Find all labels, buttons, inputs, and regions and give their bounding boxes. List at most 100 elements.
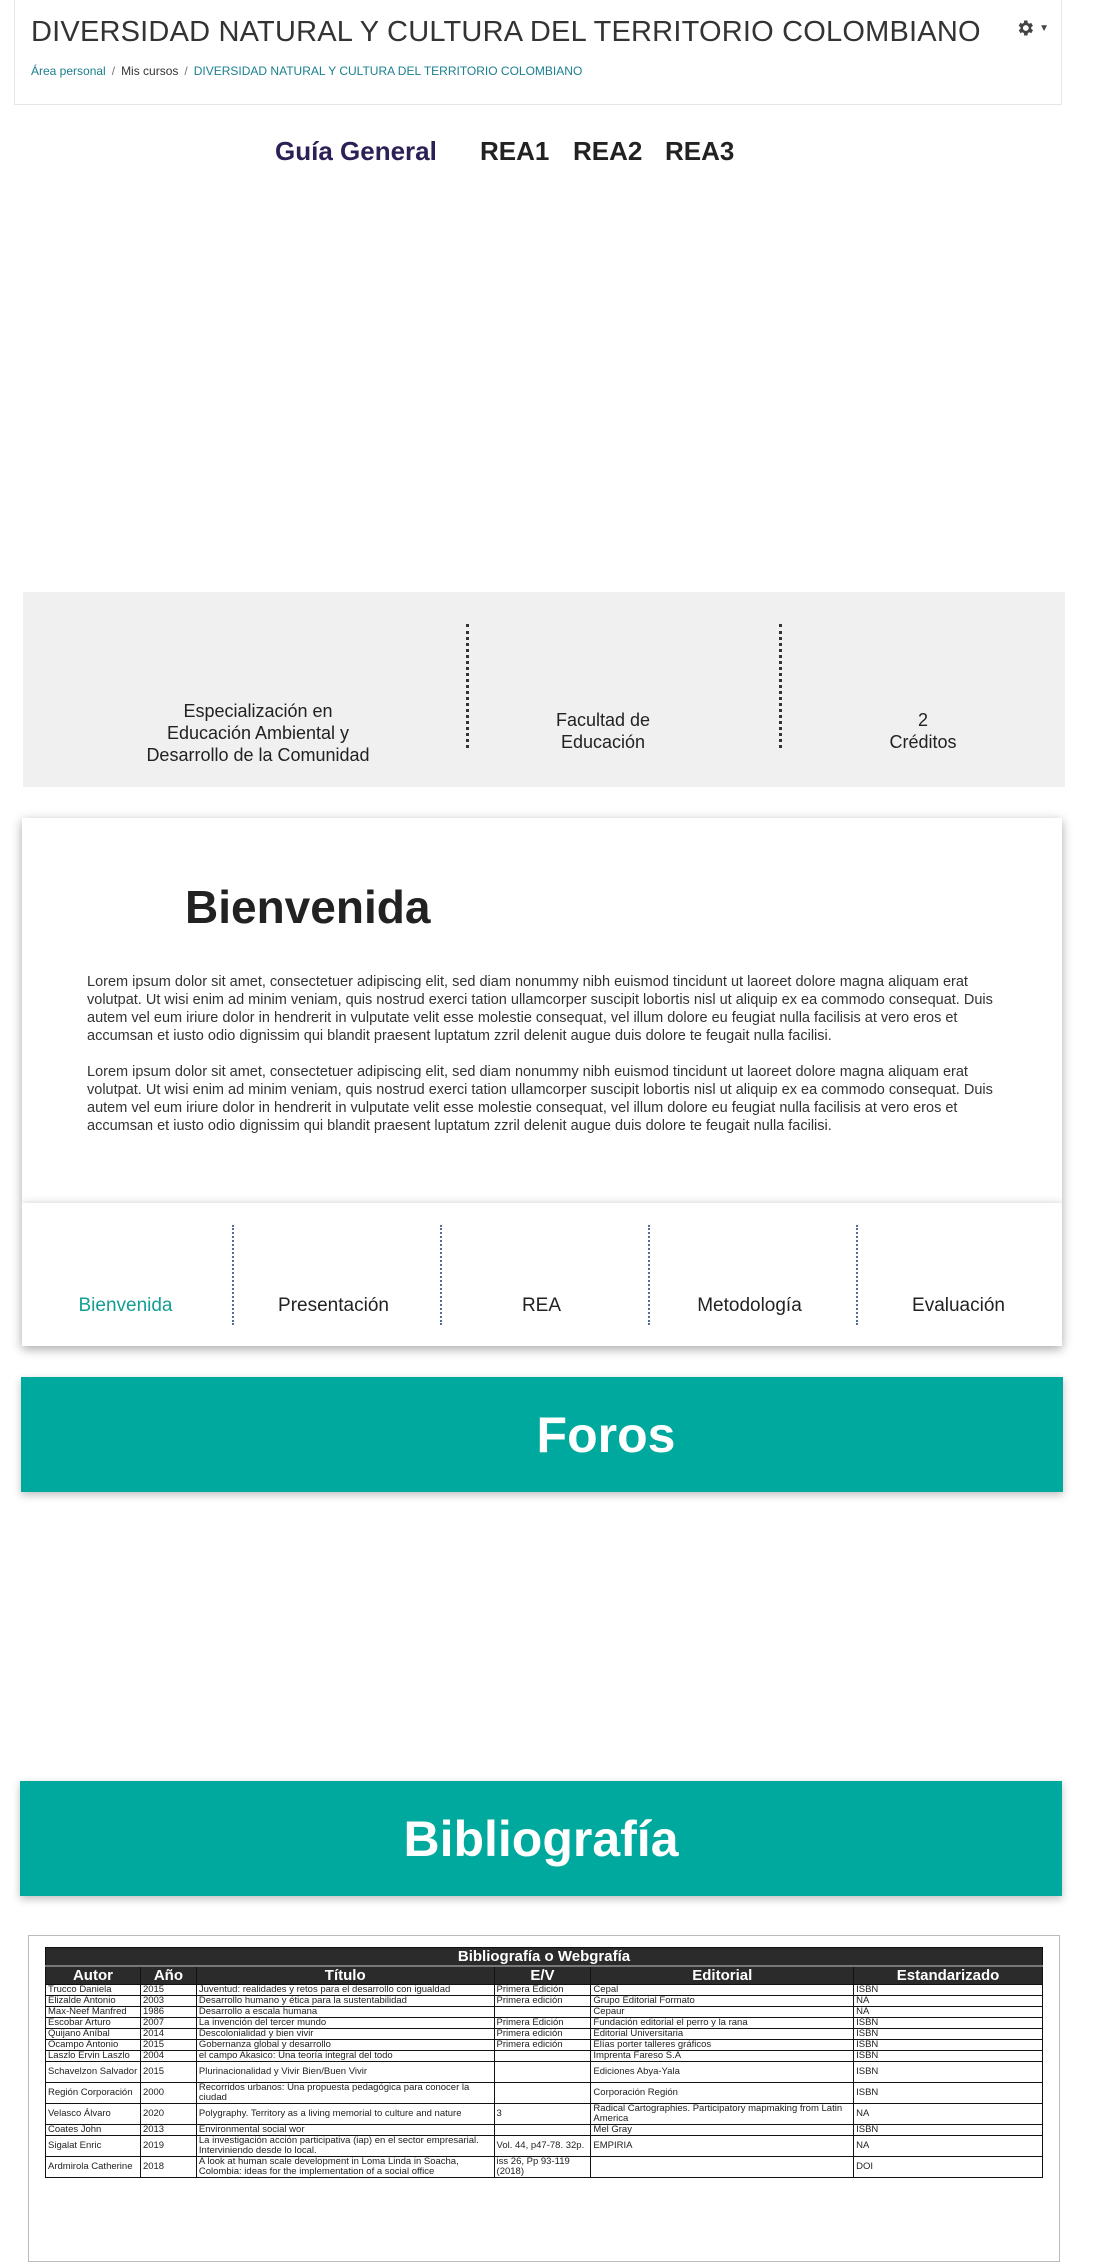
table-cell: Sigalat Enric xyxy=(45,2135,141,2157)
program-line: Especialización en xyxy=(183,701,333,721)
section-nav-bienvenida[interactable]: Bienvenida xyxy=(22,1295,229,1317)
column-header: E/V xyxy=(493,1965,592,1985)
table-cell: Max-Neef Manfred xyxy=(45,2006,141,2018)
course-title: DIVERSIDAD NATURAL Y CULTURA DEL TERRITO… xyxy=(31,16,981,48)
tab-rea1[interactable]: REA1 xyxy=(480,136,549,167)
table-cell: Escobar Arturo xyxy=(45,2017,141,2029)
table-cell: La investigación acción participativa (i… xyxy=(195,2135,495,2157)
table-cell: Plurinacionalidad y Vivir Bien/Buen Vivi… xyxy=(195,2061,495,2083)
table-cell: Radical Cartographies. Participatory map… xyxy=(590,2103,855,2125)
table-cell: Ardmirola Catherine xyxy=(45,2156,141,2178)
bibliography-box: Bibliografía o Webgrafía Autor Año Título E… xyxy=(28,1935,1060,2262)
table-cell: Elizalde Antonio xyxy=(45,1995,141,2007)
table-cell: Corporación Región xyxy=(590,2082,855,2104)
course-tabs: Guía General REA1 REA2 REA3 xyxy=(0,136,1095,168)
table-cell xyxy=(493,2006,592,2018)
table-cell: Desarrollo humano y ética para la susten… xyxy=(195,1995,495,2007)
breadcrumb-home[interactable]: Área personal xyxy=(31,64,106,78)
table-cell: Ediciones Abya-Yala xyxy=(590,2061,855,2083)
table-cell xyxy=(493,2124,592,2136)
section-nav-metodologia[interactable]: Metodología xyxy=(646,1295,853,1317)
section-nav-presentacion[interactable]: Presentación xyxy=(230,1295,437,1317)
table-cell xyxy=(493,2061,592,2083)
table-cell: Trucco Daniela xyxy=(45,1984,141,1996)
tab-guia-general[interactable]: Guía General xyxy=(275,136,437,167)
faculty-line: Educación xyxy=(560,732,646,752)
table-row: Quijano Aníbal 2014 Descolonialidad y bien… xyxy=(45,2028,1043,2040)
section-nav-rea[interactable]: REA xyxy=(438,1295,645,1317)
column-header: Estandarizado xyxy=(853,1965,1043,1985)
table-row: Región Corporación 2000 Recorridos urbanos… xyxy=(45,2082,1043,2104)
column-header: Autor xyxy=(45,1965,141,1985)
table-cell: Primera edición xyxy=(493,2039,592,2051)
table-cell: Elías porter talleres gráficos xyxy=(590,2039,855,2051)
table-cell: Imprenta Fareso S.A xyxy=(590,2050,855,2062)
table-row: Schavelzon Salvador 2015 Plurinacionalidad… xyxy=(45,2061,1043,2083)
breadcrumb-my-courses[interactable]: Mis cursos xyxy=(121,64,178,78)
program-line: Desarrollo de la Comunidad xyxy=(146,745,370,765)
table-cell: 2014 xyxy=(139,2028,197,2040)
table-cell xyxy=(493,2082,592,2104)
divider xyxy=(779,624,782,748)
bibliography-banner[interactable]: Bibliografía xyxy=(20,1781,1062,1896)
table-cell: Gobernanza global y desarrollo xyxy=(195,2039,495,2051)
table-cell: NA xyxy=(853,2135,1043,2157)
table-row: Elizalde Antonio 2003 Desarrollo humano y … xyxy=(45,1995,1043,2007)
divider xyxy=(466,624,469,748)
table-cell: ISBN xyxy=(853,2039,1043,2051)
table-cell: ISBN xyxy=(853,2017,1043,2029)
table-cell: 2015 xyxy=(139,1984,197,1996)
breadcrumb: Área personal / Mis cursos / DIVERSIDAD NATU… xyxy=(31,64,582,78)
course-header: DIVERSIDAD NATURAL Y CULTURA DEL TERRITO… xyxy=(14,0,1062,105)
table-cell: Recorridos urbanos: Una propuesta pedagó… xyxy=(195,2082,495,2104)
breadcrumb-course[interactable]: DIVERSIDAD NATURAL Y CULTURA DEL TERRITO… xyxy=(194,64,583,78)
table-cell: Región Corporación xyxy=(45,2082,141,2104)
table-cell: ISBN xyxy=(853,2028,1043,2040)
faculty-name: Facultad de Educación xyxy=(503,709,703,753)
table-cell: iss 26, Pp 93-119 (2018) xyxy=(493,2156,592,2178)
table-cell: A look at human scale development in Lom… xyxy=(195,2156,495,2178)
table-cell: 2018 xyxy=(139,2156,197,2178)
table-cell: 2015 xyxy=(139,2061,197,2083)
table-cell: Laszlo Ervin Laszlo xyxy=(45,2050,141,2062)
table-cell: 2013 xyxy=(139,2124,197,2136)
table-cell: el campo Akasico: Una teoría integral de… xyxy=(195,2050,495,2062)
program-name: Especialización en Educación Ambiental y… xyxy=(108,700,408,766)
table-row: Laszlo Ervin Laszlo 2004 el campo Akasico:… xyxy=(45,2050,1043,2062)
table-cell: Schavelzon Salvador xyxy=(45,2061,141,2083)
column-header: Editorial xyxy=(590,1965,855,1985)
welcome-paragraph: Lorem ipsum dolor sit amet, consectetuer… xyxy=(87,1064,993,1134)
bibliography-table: Bibliografía o Webgrafía Autor Año Título E… xyxy=(45,1947,1043,2178)
table-row: Coates John 2013 Environmental social wor M… xyxy=(45,2124,1043,2136)
table-cell: Primera Edición xyxy=(493,2017,592,2029)
table-cell: Vol. 44, p47-78. 32p. xyxy=(493,2135,592,2157)
table-cell: ISBN xyxy=(853,2050,1043,2062)
table-cell: Cepal xyxy=(590,1984,855,1996)
welcome-card: Bienvenida Lorem ipsum dolor sit amet, c… xyxy=(22,818,1062,1203)
table-cell: 2020 xyxy=(139,2103,197,2125)
credits-info: 2 Créditos xyxy=(823,709,1023,753)
table-cell: 2019 xyxy=(139,2135,197,2157)
table-cell: ISBN xyxy=(853,2061,1043,2083)
tab-rea3[interactable]: REA3 xyxy=(665,136,734,167)
table-row: Ardmirola Catherine 2018 A look at human s… xyxy=(45,2156,1043,2178)
forums-title: Foros xyxy=(536,1406,676,1463)
table-cell: Ocampo Antonio xyxy=(45,2039,141,2051)
table-cell: Primera Edición xyxy=(493,1984,592,1996)
section-nav-evaluacion[interactable]: Evaluación xyxy=(855,1295,1062,1317)
settings-menu[interactable]: ▼ xyxy=(1015,18,1049,38)
section-nav: Bienvenida Presentación REA Metodología … xyxy=(22,1203,1062,1346)
table-cell: Fundación editorial el perro y la rana xyxy=(590,2017,855,2029)
table-cell: Primera edición xyxy=(493,1995,592,2007)
credits-value: 2 xyxy=(917,710,928,730)
forums-banner[interactable]: Foros xyxy=(21,1377,1063,1492)
table-cell: Desarrollo a escala humana xyxy=(195,2006,495,2018)
table-row: Sigalat Enric 2019 La investigación acción… xyxy=(45,2135,1043,2157)
table-cell: ISBN xyxy=(853,2082,1043,2104)
gear-icon xyxy=(1018,20,1034,36)
tab-rea2[interactable]: REA2 xyxy=(573,136,642,167)
course-info-band: Especialización en Educación Ambiental y… xyxy=(23,592,1065,787)
table-cell: Environmental social wor xyxy=(195,2124,495,2136)
table-cell: Juventud: realidades y retos para el des… xyxy=(195,1984,495,1996)
table-cell: 2003 xyxy=(139,1995,197,2007)
